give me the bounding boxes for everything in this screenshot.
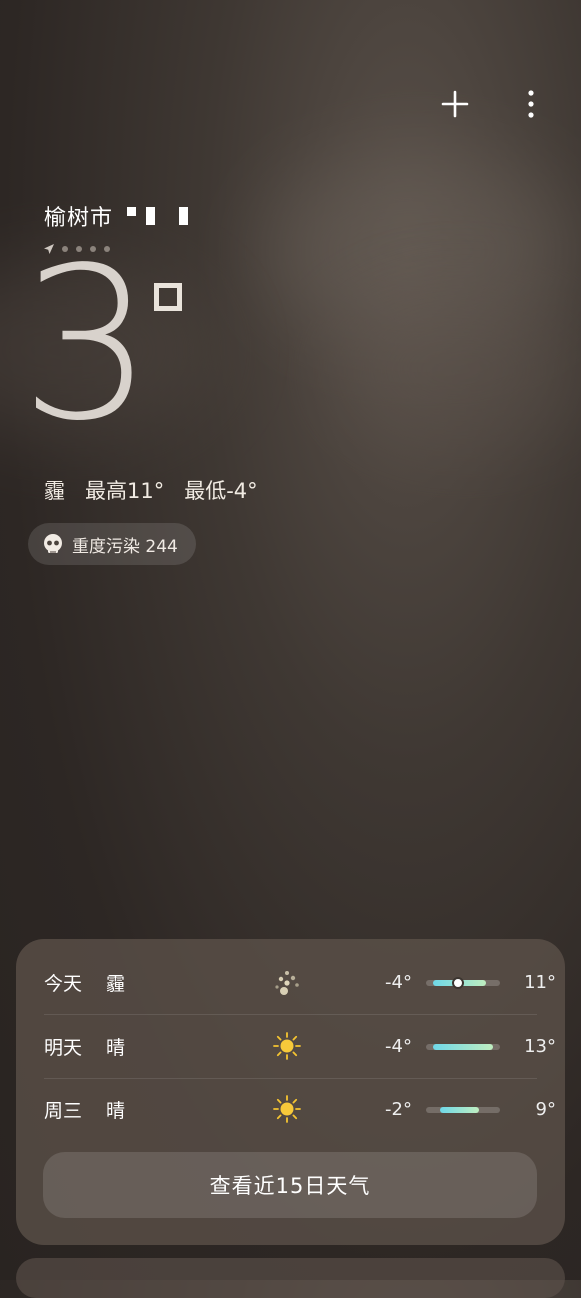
- degree-symbol: [154, 283, 182, 311]
- current-condition: 霾: [44, 479, 65, 503]
- forecast-day: 明天: [44, 1037, 83, 1059]
- current-temp-marker: [451, 977, 464, 989]
- current-temperature: 3: [20, 222, 154, 467]
- next-card: [16, 1258, 565, 1298]
- fifteen-day-forecast-button[interactable]: 查看近15日天气: [43, 1152, 537, 1218]
- sun-icon: [273, 1032, 301, 1060]
- forecast-high: 13°: [524, 1036, 556, 1057]
- forecast-condition: 霾: [106, 973, 126, 995]
- temp-range-fill: [433, 1044, 493, 1050]
- skull-icon: [44, 534, 62, 553]
- top-actions: [435, 84, 551, 124]
- cloud-decoration: [330, 290, 581, 450]
- forecast-high: 11°: [524, 972, 556, 993]
- temp-range-bar: [426, 1044, 500, 1050]
- forecast-low: -4°: [385, 972, 412, 993]
- forecast-low: -2°: [385, 1099, 412, 1120]
- high-temp: 最高11°: [85, 479, 165, 503]
- weather-summary: 霾 最高11° 最低-4°: [44, 475, 258, 505]
- temp-range-bar: [426, 1107, 500, 1113]
- forecast-condition: 晴: [106, 1100, 126, 1122]
- temp-range-fill: [440, 1107, 479, 1113]
- forecast-high: 9°: [535, 1099, 556, 1120]
- aqi-badge[interactable]: 重度污染 244: [28, 523, 196, 565]
- forecast-card: 今天 霾 -4° 11° 明天 晴 -4° 13° 周三 晴 -2° 9° 查看…: [16, 939, 565, 1245]
- plus-icon[interactable]: [435, 84, 475, 124]
- aqi-label: 重度污染 244: [72, 536, 178, 557]
- low-temp: 最低-4°: [184, 479, 258, 503]
- forecast-row-today[interactable]: 今天 霾 -4° 11°: [44, 951, 556, 1014]
- forecast-condition: 晴: [106, 1037, 126, 1059]
- forecast-day: 今天: [44, 973, 83, 995]
- temp-range-bar: [426, 977, 500, 989]
- sun-icon: [273, 1095, 301, 1123]
- forecast-row-tomorrow[interactable]: 明天 晴 -4° 13°: [44, 1015, 556, 1078]
- forecast-day: 周三: [44, 1100, 83, 1122]
- forecast-row-wednesday[interactable]: 周三 晴 -2° 9°: [44, 1078, 556, 1141]
- more-vertical-icon[interactable]: [511, 84, 551, 124]
- haze-icon: [275, 971, 299, 995]
- forecast-low: -4°: [385, 1036, 412, 1057]
